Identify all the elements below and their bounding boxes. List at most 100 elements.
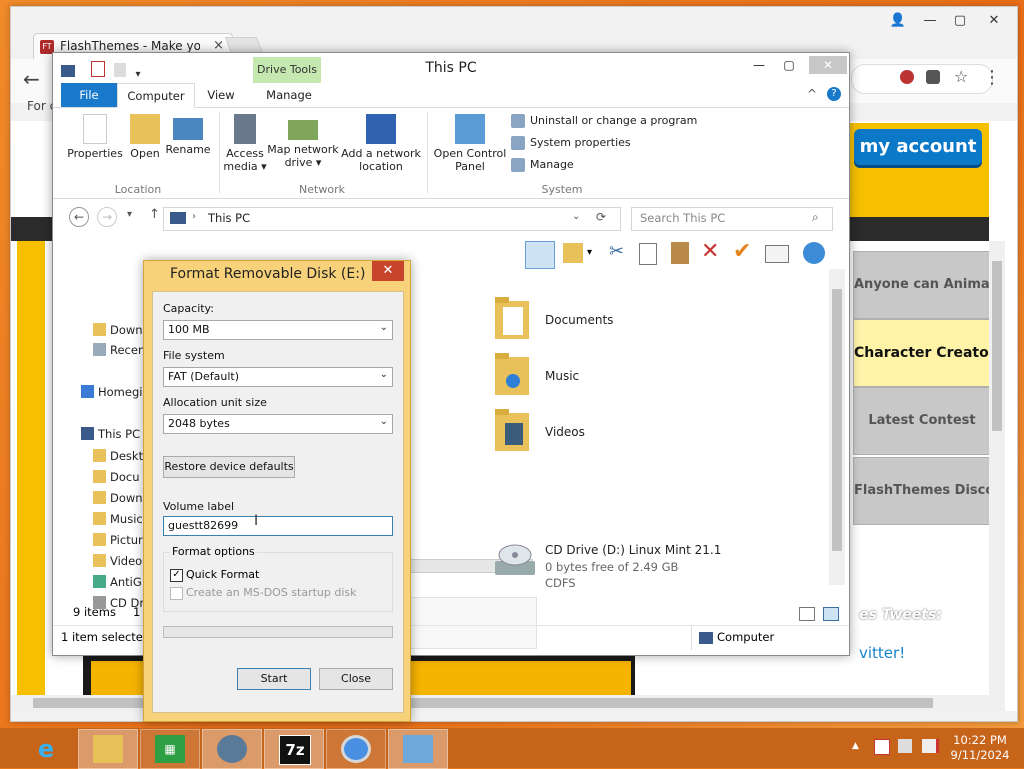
properties-globe-icon[interactable] — [803, 242, 825, 264]
properties-button[interactable]: Properties — [65, 114, 125, 160]
forward-icon[interactable]: → — [97, 207, 117, 227]
up-arrow-icon[interactable]: ↑ — [149, 207, 160, 222]
address-history-icon[interactable]: ⌄ — [572, 211, 580, 222]
open-button[interactable]: Open — [125, 114, 165, 160]
disk-utility-taskbar-button[interactable] — [202, 729, 262, 769]
nav-item-homegroup[interactable]: Homegi — [81, 385, 142, 399]
rename-field-icon[interactable] — [765, 245, 789, 263]
delete-icon[interactable]: ✕ — [701, 239, 719, 264]
anyone-can-animate-card[interactable]: Anyone can Animate — [853, 251, 991, 319]
folder-check-icon[interactable] — [563, 243, 583, 263]
nav-item-antig[interactable]: AntiG — [93, 575, 142, 589]
search-icon[interactable]: ⌕ — [812, 210, 819, 225]
page-vertical-scrollbar[interactable] — [989, 241, 1005, 695]
nav-item-videos[interactable]: Video — [93, 554, 142, 568]
content-vertical-scrollbar[interactable] — [829, 269, 845, 585]
menu-icon[interactable]: ⋮ — [983, 67, 1001, 88]
scrollbar-thumb[interactable] — [832, 289, 842, 551]
quick-format-checkbox[interactable]: ✓ — [170, 569, 183, 582]
tab-manage[interactable]: Manage — [257, 83, 321, 107]
back-icon[interactable]: ← — [69, 207, 89, 227]
documents-folder-icon[interactable] — [493, 295, 535, 341]
latest-contest-card[interactable]: Latest Contest — [853, 387, 991, 455]
videos-folder-icon[interactable] — [493, 407, 535, 453]
nav-item-music[interactable]: Music — [93, 512, 143, 526]
omnibox[interactable]: ☆ — [851, 64, 993, 94]
capacity-select[interactable]: 100 MB ⌄ — [163, 320, 393, 340]
maximize-button[interactable]: ▢ — [775, 56, 803, 74]
puzzle-icon[interactable] — [926, 70, 940, 84]
map-network-drive-button[interactable]: Map network drive ▾ — [267, 114, 339, 169]
msdos-startup-checkbox[interactable] — [170, 587, 183, 600]
7zip-taskbar-button[interactable]: 7z — [264, 729, 324, 769]
chrome-taskbar-button[interactable] — [326, 729, 386, 769]
scrollbar-thumb[interactable] — [992, 261, 1002, 431]
control-panel-taskbar-button[interactable] — [388, 729, 448, 769]
folder-label-videos[interactable]: Videos — [545, 425, 585, 439]
nav-item-this-pc[interactable]: This PC — [81, 427, 140, 441]
add-network-location-button[interactable]: Add a network location — [339, 114, 423, 173]
collapse-ribbon-icon[interactable]: ^ — [807, 87, 817, 101]
allocation-size-select[interactable]: 2048 bytes ⌄ — [163, 414, 393, 434]
manage-button[interactable]: Manage — [511, 158, 574, 172]
folder-label-documents[interactable]: Documents — [545, 313, 613, 327]
maximize-button[interactable]: ▢ — [947, 13, 973, 30]
twitter-link[interactable]: vitter! — [859, 644, 905, 662]
uninstall-program-button[interactable]: Uninstall or change a program — [511, 114, 697, 128]
nav-item-pictures[interactable]: Pictur — [93, 533, 143, 547]
copy-icon[interactable] — [639, 243, 657, 265]
show-hidden-icons-caret[interactable]: ▲ — [852, 741, 859, 751]
music-folder-icon[interactable] — [493, 351, 535, 397]
flashthemes-discord-card[interactable]: FlashThemes Discord — [853, 457, 991, 525]
volume-muted-icon[interactable] — [922, 739, 939, 753]
system-properties-button[interactable]: System properties — [511, 136, 631, 150]
file-explorer-taskbar-button[interactable] — [78, 729, 138, 769]
tab-close-icon[interactable]: × — [213, 38, 224, 53]
network-icon[interactable] — [898, 739, 912, 753]
minimize-button[interactable]: — — [917, 13, 943, 30]
nav-item-desktop[interactable]: Deskto — [93, 449, 150, 463]
properties-icon[interactable] — [90, 61, 105, 77]
nav-item-downloads[interactable]: Down — [93, 323, 143, 337]
details-view-icon[interactable] — [799, 607, 815, 621]
nav-item-downloads-pc[interactable]: Down — [93, 491, 143, 505]
dialog-close-button[interactable]: ✕ — [372, 261, 404, 281]
minimize-button[interactable]: — — [745, 56, 773, 74]
user-icon[interactable]: 👤 — [885, 13, 911, 30]
back-arrow-icon[interactable]: ← — [23, 67, 40, 91]
ie-taskbar-button[interactable]: e — [16, 729, 76, 769]
nav-item-recent[interactable]: Recen — [93, 343, 145, 357]
store-taskbar-button[interactable]: ▦ — [140, 729, 200, 769]
nav-item-documents[interactable]: Docu — [93, 470, 140, 484]
tab-file[interactable]: File — [61, 83, 117, 107]
tab-computer[interactable]: Computer — [117, 83, 195, 108]
cut-icon[interactable]: ✂ — [609, 241, 624, 262]
large-icons-view-icon[interactable] — [823, 607, 839, 621]
open-control-panel-button[interactable]: Open Control Panel — [431, 114, 509, 173]
refresh-icon[interactable]: ⟳ — [596, 210, 606, 224]
preview-pane-icon[interactable] — [525, 241, 555, 269]
paste-icon[interactable] — [671, 242, 689, 264]
access-media-button[interactable]: Access media ▾ — [223, 114, 267, 173]
character-creator-card[interactable]: Character Creator — [853, 319, 991, 387]
chevron-down-icon[interactable]: ▾ — [136, 69, 141, 80]
quick-access-toolbar[interactable]: ▾ — [61, 61, 141, 80]
cd-drive-name[interactable]: CD Drive (D:) Linux Mint 21.1 — [545, 543, 721, 557]
cd-drive-icon[interactable] — [493, 541, 537, 579]
star-icon[interactable]: ☆ — [954, 67, 968, 86]
restore-defaults-button[interactable]: Restore device defaults — [163, 456, 295, 478]
action-center-icon[interactable] — [874, 739, 890, 755]
search-input[interactable]: Search This PC ⌕ — [631, 207, 833, 231]
recent-locations-icon[interactable]: ▾ — [127, 209, 132, 220]
breadcrumb-chevron-icon[interactable]: › — [192, 211, 196, 222]
my-account-button[interactable]: my account — [854, 129, 982, 165]
dialog-close-action-button[interactable]: Close — [319, 668, 393, 690]
file-system-select[interactable]: FAT (Default) ⌄ — [163, 367, 393, 387]
chevron-down-icon[interactable]: ▾ — [587, 247, 592, 258]
close-button[interactable]: ✕ — [809, 56, 847, 74]
shield-icon[interactable] — [900, 70, 914, 84]
rename-button[interactable]: Rename — [165, 114, 211, 156]
close-button[interactable]: ✕ — [975, 13, 1013, 30]
new-folder-icon[interactable] — [114, 63, 126, 77]
clock[interactable]: 10:22 PM 9/11/2024 — [940, 733, 1020, 763]
